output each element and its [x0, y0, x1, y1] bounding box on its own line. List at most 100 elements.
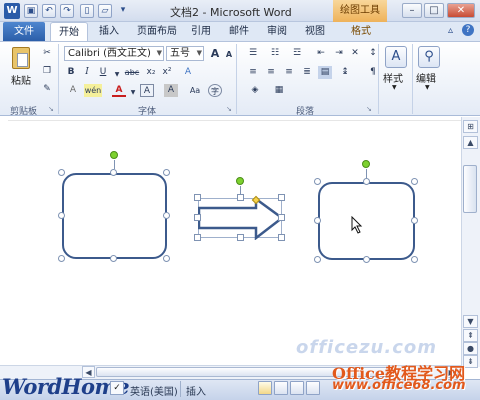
browse-object-icon[interactable]: ●: [463, 342, 478, 355]
maximize-button[interactable]: □: [424, 3, 444, 18]
superscript-button[interactable]: x²: [160, 66, 174, 79]
paste-button[interactable]: 粘贴: [6, 45, 36, 89]
clipboard-launcher-icon[interactable]: ↘: [48, 105, 54, 113]
word-logo-icon[interactable]: W: [4, 3, 20, 19]
resize-handle[interactable]: [194, 234, 201, 241]
minimize-button[interactable]: –: [402, 3, 422, 18]
resize-handle[interactable]: [278, 194, 285, 201]
resize-handle[interactable]: [110, 255, 117, 262]
font-name-combo[interactable]: Calibri (西文正文) ▼: [64, 46, 164, 61]
tab-references[interactable]: 引用: [186, 22, 216, 41]
resize-handle[interactable]: [278, 234, 285, 241]
rounded-rectangle-shape[interactable]: [62, 173, 167, 259]
resize-handle[interactable]: [194, 194, 201, 201]
numbering-icon[interactable]: ☷: [268, 47, 282, 60]
tab-home[interactable]: 开始: [50, 22, 88, 41]
font-color-button[interactable]: A: [112, 84, 126, 97]
justify-icon[interactable]: ≣: [300, 66, 314, 79]
copy-icon[interactable]: ❐: [40, 65, 54, 78]
paragraph-launcher-icon[interactable]: ↘: [366, 105, 372, 113]
resize-handle[interactable]: [163, 212, 170, 219]
next-page-icon[interactable]: ⇟: [463, 355, 478, 368]
strikethrough-button[interactable]: abc: [122, 66, 142, 79]
close-button[interactable]: ✕: [447, 3, 475, 18]
vertical-scroll-thumb[interactable]: [463, 165, 477, 213]
chinese-layout-icon[interactable]: ✕: [348, 47, 362, 60]
resize-handle[interactable]: [58, 169, 65, 176]
chevron-down-icon[interactable]: ▼: [425, 84, 430, 91]
shrink-font-button[interactable]: A: [222, 48, 236, 61]
print-layout-view-icon[interactable]: [258, 381, 272, 395]
tab-page-layout[interactable]: 页面布局: [132, 22, 182, 41]
font-size-combo[interactable]: 五号 ▼: [166, 46, 204, 61]
underline-button[interactable]: U: [96, 66, 110, 79]
rotation-handle[interactable]: [236, 177, 244, 185]
rotation-handle[interactable]: [362, 160, 370, 168]
line-spacing-icon[interactable]: ↨: [338, 66, 352, 79]
chevron-down-icon[interactable]: ▼: [392, 84, 397, 91]
open-icon[interactable]: ▱: [98, 4, 112, 18]
resize-handle[interactable]: [110, 169, 117, 176]
outline-view-icon[interactable]: [306, 381, 320, 395]
scroll-up-icon[interactable]: ▲: [463, 136, 478, 149]
format-painter-icon[interactable]: ✎: [40, 83, 54, 96]
resize-handle[interactable]: [314, 256, 321, 263]
character-border-button[interactable]: A: [140, 84, 154, 97]
resize-handle[interactable]: [194, 214, 201, 221]
tab-view[interactable]: 视图: [300, 22, 330, 41]
ruler-toggle-icon[interactable]: ⊞: [463, 120, 478, 133]
resize-handle[interactable]: [58, 212, 65, 219]
scroll-down-icon[interactable]: ▼: [463, 315, 478, 328]
tab-insert[interactable]: 插入: [92, 22, 126, 41]
tab-mailings[interactable]: 邮件: [224, 22, 254, 41]
case-button[interactable]: Aa: [188, 84, 202, 97]
resize-handle[interactable]: [237, 234, 244, 241]
resize-handle[interactable]: [237, 194, 244, 201]
previous-page-icon[interactable]: ⇞: [463, 329, 478, 342]
cut-icon[interactable]: ✂: [40, 47, 54, 60]
resize-handle[interactable]: [163, 169, 170, 176]
resize-handle[interactable]: [314, 178, 321, 185]
find-binoculars-icon[interactable]: ⚲: [418, 46, 440, 68]
font-launcher-icon[interactable]: ↘: [226, 105, 232, 113]
resize-handle[interactable]: [411, 256, 418, 263]
resize-handle[interactable]: [411, 178, 418, 185]
highlight-icon[interactable]: wén: [84, 84, 102, 97]
bullets-icon[interactable]: ☰: [246, 47, 260, 60]
tab-file[interactable]: 文件: [3, 22, 45, 41]
italic-button[interactable]: I: [80, 66, 94, 79]
distribute-icon[interactable]: ▤: [318, 66, 332, 79]
resize-handle[interactable]: [314, 217, 321, 224]
character-shading-button[interactable]: A: [164, 84, 178, 97]
proofing-icon[interactable]: ✓: [110, 381, 124, 395]
clear-formatting-icon[interactable]: A: [180, 66, 196, 79]
minimize-ribbon-icon[interactable]: ▵: [448, 25, 453, 36]
align-right-icon[interactable]: ≡: [282, 66, 296, 79]
redo-icon[interactable]: ↷: [60, 4, 74, 18]
full-screen-reading-icon[interactable]: [274, 381, 288, 395]
customize-icon[interactable]: ▾: [116, 4, 130, 18]
shading-icon[interactable]: ◈: [248, 84, 262, 97]
chevron-down-icon[interactable]: ▼: [126, 86, 140, 99]
multilevel-list-icon[interactable]: ☲: [290, 47, 304, 60]
text-effects-icon[interactable]: A: [66, 84, 80, 97]
align-left-icon[interactable]: ≡: [246, 66, 260, 79]
resize-handle[interactable]: [163, 255, 170, 262]
tab-format[interactable]: 格式: [339, 22, 383, 41]
rounded-rectangle-shape[interactable]: [318, 182, 415, 260]
rotation-handle[interactable]: [110, 151, 118, 159]
resize-handle[interactable]: [278, 214, 285, 221]
new-icon[interactable]: ▯: [80, 4, 94, 18]
web-layout-icon[interactable]: [290, 381, 304, 395]
increase-indent-icon[interactable]: ⇥: [332, 47, 346, 60]
resize-handle[interactable]: [58, 255, 65, 262]
bold-button[interactable]: B: [64, 66, 78, 79]
language-status[interactable]: 英语(美国): [130, 383, 178, 398]
insert-mode-status[interactable]: 插入: [186, 383, 206, 398]
align-center-icon[interactable]: ≡: [264, 66, 278, 79]
subscript-button[interactable]: x₂: [144, 66, 158, 79]
resize-handle[interactable]: [363, 256, 370, 263]
resize-handle[interactable]: [363, 178, 370, 185]
resize-handle[interactable]: [411, 217, 418, 224]
undo-icon[interactable]: ↶: [42, 4, 56, 18]
